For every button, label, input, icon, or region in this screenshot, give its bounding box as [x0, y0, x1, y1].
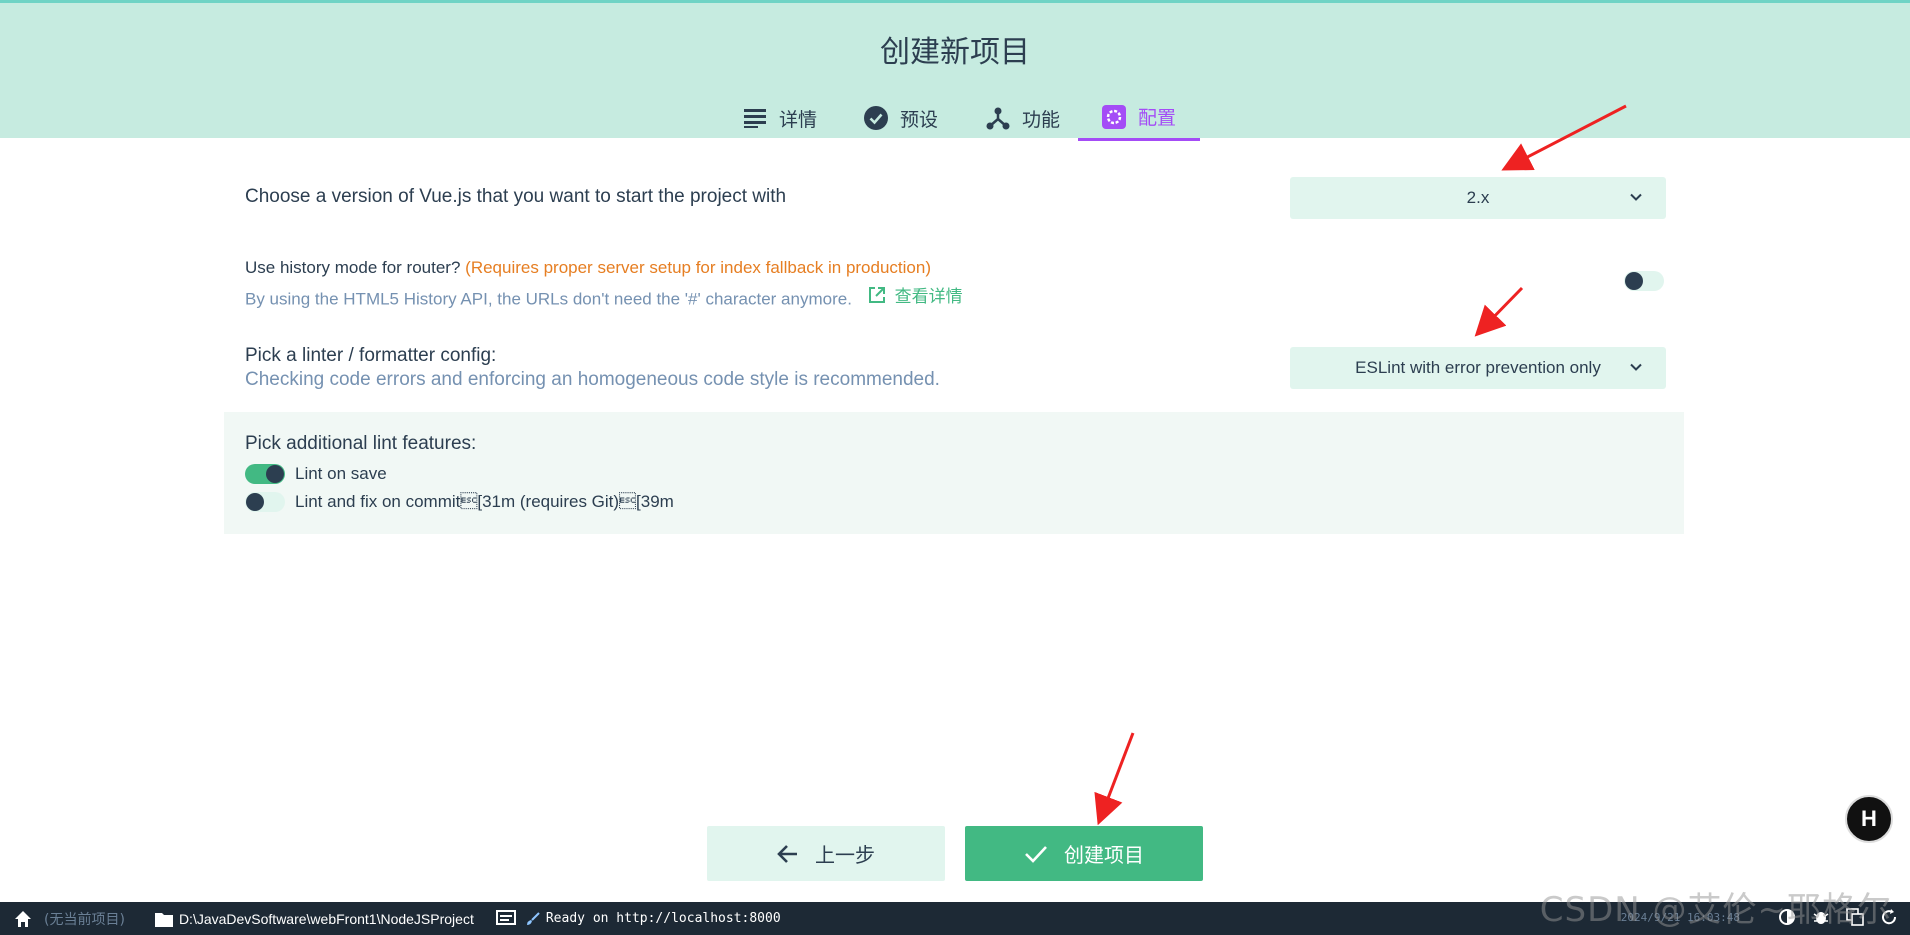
- fork-icon: [986, 106, 1010, 130]
- linter-description: Checking code errors and enforcing an ho…: [245, 369, 940, 390]
- toggle-knob: [1625, 272, 1643, 290]
- external-link-icon: [868, 286, 885, 303]
- history-mode-link[interactable]: 查看详情: [867, 282, 963, 307]
- tab-bar: 详情 预设 功能 配置: [0, 95, 1910, 141]
- brush-icon: [526, 911, 540, 925]
- tab-label: 配置: [1137, 107, 1176, 129]
- annotation-arrow: [1474, 286, 1524, 337]
- linter-value: ESLint with error prevention only: [1355, 358, 1601, 377]
- tab-config[interactable]: 配置: [1078, 95, 1200, 141]
- history-mode-link-label: 查看详情: [894, 287, 963, 306]
- project-path: D:\JavaDevSoftware\webFront1\NodeJSProje…: [178, 910, 474, 927]
- page-title: 创建新项目: [880, 35, 1030, 70]
- arrow-left-icon: [777, 844, 799, 864]
- server-status: Ready on http://localhost:8000: [526, 911, 781, 926]
- history-mode-warning: (Requires proper server setup for index …: [465, 258, 931, 277]
- lint-features-label: Pick additional lint features:: [245, 433, 477, 454]
- tab-label: 详情: [778, 108, 817, 131]
- tab-label: 功能: [1021, 108, 1060, 131]
- header: 创建新项目 详情 预设 功能 配置: [0, 0, 1910, 141]
- toggle-knob: [246, 493, 264, 511]
- watermark: CSDN @艾伦~耶格尔: [1539, 890, 1892, 930]
- console-log-button[interactable]: [495, 909, 516, 928]
- tab-features[interactable]: 功能: [968, 95, 1078, 141]
- project-folder[interactable]: D:\JavaDevSoftware\webFront1\NodeJSProje…: [154, 910, 474, 927]
- current-project-label: (无当前项目): [44, 911, 125, 928]
- vue-version-select[interactable]: 2.x: [1290, 177, 1666, 219]
- toggle-knob: [266, 465, 284, 483]
- home-button[interactable]: [14, 910, 32, 928]
- linter-select[interactable]: ESLint with error prevention only: [1290, 347, 1666, 389]
- lint-on-save-label: Lint on save: [295, 464, 387, 483]
- history-mode-description: By using the HTML5 History API, the URLs…: [245, 289, 852, 309]
- tab-label: 预设: [899, 108, 938, 131]
- lint-features-panel: [224, 412, 1684, 534]
- create-project-button[interactable]: 创建项目: [965, 826, 1203, 881]
- history-mode-title: Use history mode for router?: [245, 258, 461, 277]
- history-mode-toggle[interactable]: [1624, 271, 1664, 291]
- create-project-label: 创建项目: [1064, 843, 1144, 867]
- linter-label: Pick a linter / formatter config:: [245, 345, 497, 366]
- history-mode-description-row: By using the HTML5 History API, the URLs…: [245, 282, 963, 310]
- folder-icon: [154, 912, 173, 927]
- lint-on-commit-toggle[interactable]: [245, 492, 285, 512]
- tab-presets[interactable]: 预设: [846, 95, 956, 141]
- previous-step-label: 上一步: [815, 843, 875, 867]
- history-mode-label: Use history mode for router? (Requires p…: [245, 258, 931, 278]
- assistant-logo-icon: H: [1861, 806, 1877, 831]
- previous-step-button[interactable]: 上一步: [707, 826, 945, 881]
- lint-on-commit-label: Lint and fix on commit[31m (requires Gi…: [295, 492, 674, 511]
- list-icon: [743, 106, 767, 130]
- chevron-down-icon: [1630, 193, 1642, 201]
- gear-icon: [1101, 104, 1126, 129]
- vue-version-label: Choose a version of Vue.js that you want…: [245, 186, 787, 207]
- home-icon: [15, 910, 31, 927]
- tab-details[interactable]: 详情: [725, 95, 835, 141]
- log-icon: [495, 909, 516, 925]
- lint-on-save-toggle[interactable]: [245, 464, 285, 484]
- checkmark-icon: [1024, 844, 1048, 864]
- vue-version-value: 2.x: [1466, 188, 1490, 207]
- server-status-text: Ready on http://localhost:8000: [545, 911, 781, 926]
- floating-assistant-button[interactable]: H: [1845, 795, 1893, 843]
- check-circle-icon: [863, 106, 888, 130]
- chevron-down-icon: [1630, 363, 1642, 371]
- annotation-arrow: [1094, 732, 1135, 826]
